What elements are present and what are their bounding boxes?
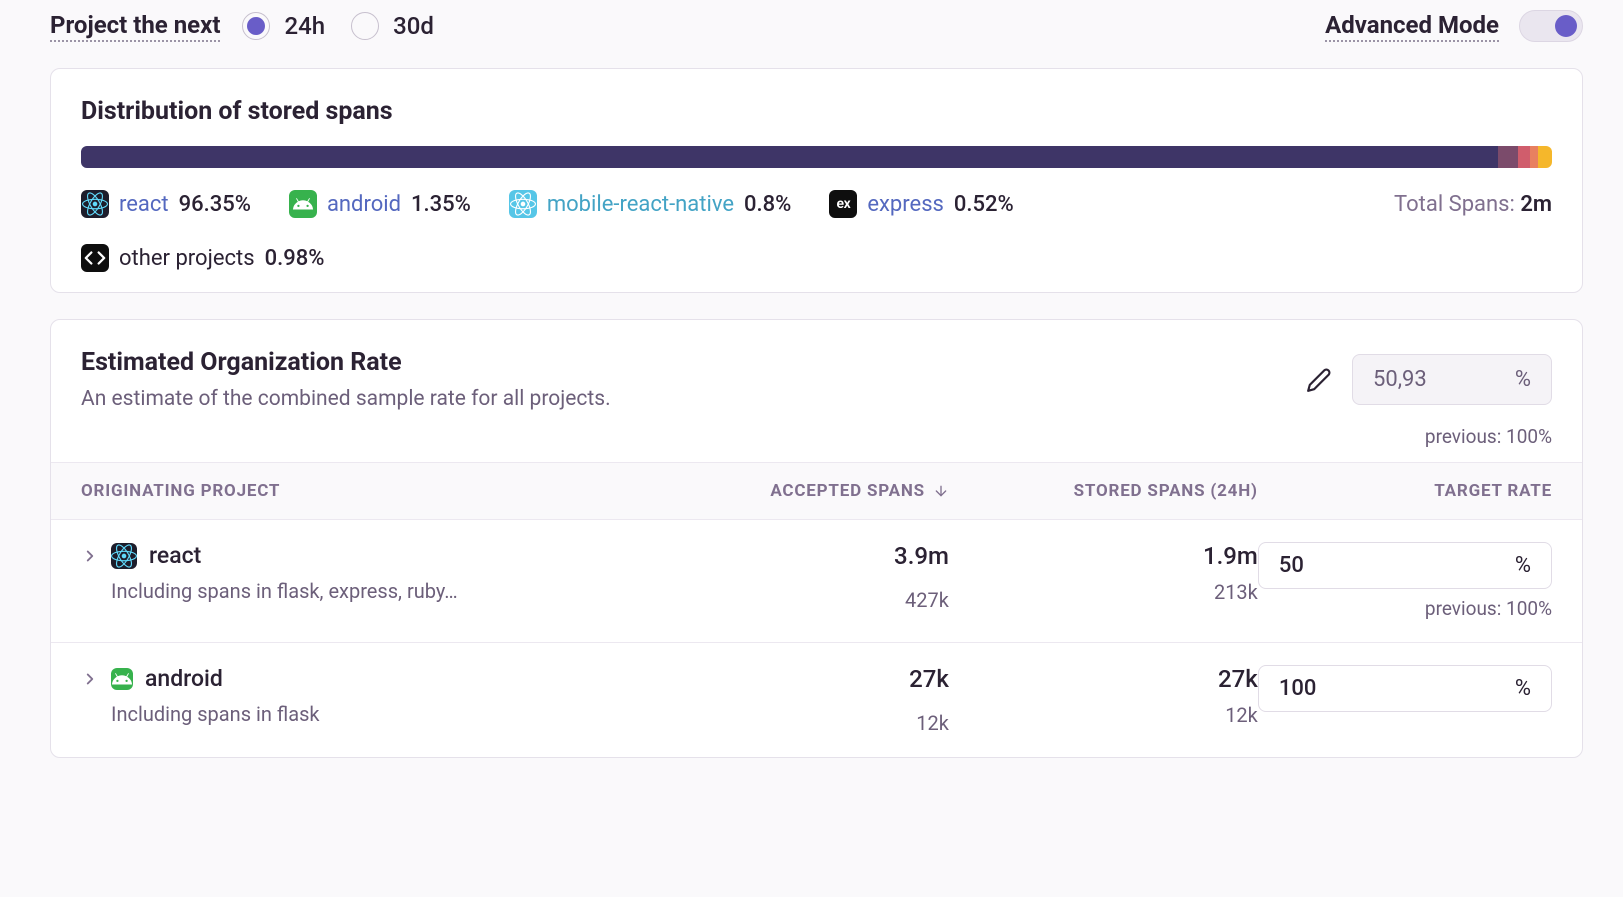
stored-value: 1.9m bbox=[1203, 542, 1258, 570]
distribution-segment bbox=[1538, 146, 1552, 168]
pencil-icon[interactable] bbox=[1306, 367, 1332, 393]
other-projects-pct: 0.98% bbox=[265, 246, 325, 271]
target-rate-unit: % bbox=[1515, 553, 1531, 578]
org-rate-previous: previous: 100% bbox=[51, 419, 1582, 462]
radio-indicator bbox=[242, 12, 270, 40]
code-icon bbox=[81, 244, 109, 272]
accepted-value: 3.9m bbox=[894, 542, 949, 570]
th-target: TARGET RATE bbox=[1258, 481, 1552, 501]
th-project: ORIGINATING PROJECT bbox=[81, 481, 640, 501]
project-subtext: Including spans in flask bbox=[111, 702, 640, 726]
org-rate-text: Estimated Organization Rate An estimate … bbox=[81, 348, 611, 411]
target-rate-input[interactable]: 50% bbox=[1258, 542, 1552, 589]
org-rate-value: 50,93 bbox=[1373, 367, 1427, 392]
legend-item-mobile-react-native: mobile-react-native 0.8% bbox=[509, 190, 792, 218]
react-icon bbox=[81, 190, 109, 218]
project-name[interactable]: android bbox=[145, 665, 223, 692]
react-icon bbox=[111, 543, 137, 569]
project-next-label: Project the next bbox=[50, 11, 220, 42]
project-pct: 96.35% bbox=[179, 192, 251, 217]
target-rate-unit: % bbox=[1515, 676, 1531, 701]
project-pct: 0.8% bbox=[744, 192, 791, 217]
distribution-segment bbox=[1518, 146, 1530, 168]
org-rate-unit: % bbox=[1515, 367, 1531, 392]
accepted-value: 27k bbox=[909, 665, 949, 693]
table-row: react Including spans in flask, express, … bbox=[51, 520, 1582, 643]
android-icon bbox=[111, 668, 133, 690]
chevron-right-icon[interactable] bbox=[81, 670, 99, 688]
project-link[interactable]: express bbox=[867, 192, 944, 217]
total-spans: Total Spans: 2m bbox=[1394, 192, 1552, 217]
target-rate-previous: previous: 100% bbox=[1258, 597, 1552, 620]
advanced-mode-toggle[interactable] bbox=[1519, 10, 1583, 42]
radio-indicator bbox=[351, 12, 379, 40]
distribution-segment bbox=[1530, 146, 1538, 168]
projection-controls: Project the next 24h 30d Advanced Mode bbox=[50, 10, 1583, 42]
table-header: ORIGINATING PROJECT ACCEPTED SPANS STORE… bbox=[51, 462, 1582, 520]
project-pct: 1.35% bbox=[411, 192, 471, 217]
th-stored[interactable]: STORED SPANS (24H) bbox=[949, 481, 1258, 501]
distribution-legend: react 96.35% android 1.35% mobile-react-nati… bbox=[81, 190, 1552, 218]
distribution-segment bbox=[81, 146, 1498, 168]
project-name[interactable]: react bbox=[149, 542, 201, 569]
legend-item-react: react 96.35% bbox=[81, 190, 251, 218]
distribution-bar bbox=[81, 146, 1552, 168]
stored-sub: 12k bbox=[1225, 703, 1258, 727]
org-rate-subtitle: An estimate of the combined sample rate … bbox=[81, 387, 611, 411]
th-accepted-label: ACCEPTED SPANS bbox=[770, 481, 925, 501]
time-option-label: 24h bbox=[284, 12, 325, 40]
time-option-label: 30d bbox=[393, 12, 434, 40]
table-row: android Including spans in flask 27k 12k 27k… bbox=[51, 643, 1582, 757]
react-native-icon bbox=[509, 190, 537, 218]
project-link[interactable]: android bbox=[327, 192, 401, 217]
legend-item-android: android 1.35% bbox=[289, 190, 471, 218]
org-rate-card: Estimated Organization Rate An estimate … bbox=[50, 319, 1583, 758]
time-option-30d[interactable]: 30d bbox=[351, 12, 434, 40]
project-link[interactable]: mobile-react-native bbox=[547, 192, 734, 217]
stored-sub: 213k bbox=[1214, 580, 1258, 604]
total-spans-value: 2m bbox=[1520, 192, 1552, 217]
org-rate-title: Estimated Organization Rate bbox=[81, 348, 611, 377]
advanced-mode-row: Advanced Mode bbox=[1325, 10, 1583, 42]
org-rate-input[interactable]: 50,93 % bbox=[1352, 354, 1552, 405]
android-icon bbox=[289, 190, 317, 218]
accepted-sub: 427k bbox=[905, 588, 949, 612]
target-rate-input[interactable]: 100% bbox=[1258, 665, 1552, 712]
target-rate-value: 50 bbox=[1279, 553, 1304, 578]
advanced-mode-label: Advanced Mode bbox=[1325, 11, 1499, 42]
chevron-right-icon[interactable] bbox=[81, 547, 99, 565]
distribution-segment bbox=[1498, 146, 1518, 168]
toggle-knob bbox=[1555, 15, 1577, 37]
time-range-group: 24h 30d bbox=[242, 12, 433, 40]
sort-arrow-down-icon bbox=[933, 483, 949, 499]
other-projects-label: other projects bbox=[119, 246, 255, 271]
distribution-title: Distribution of stored spans bbox=[81, 97, 1552, 126]
distribution-card: Distribution of stored spans react 96.35%… bbox=[50, 68, 1583, 293]
legend-item-other: other projects 0.98% bbox=[81, 244, 324, 272]
target-rate-value: 100 bbox=[1279, 676, 1317, 701]
th-accepted[interactable]: ACCEPTED SPANS bbox=[640, 481, 949, 501]
total-spans-label: Total Spans: bbox=[1394, 192, 1520, 217]
stored-value: 27k bbox=[1218, 665, 1258, 693]
project-subtext: Including spans in flask, express, ruby… bbox=[111, 579, 640, 603]
express-icon: ex bbox=[829, 190, 857, 218]
accepted-sub: 12k bbox=[916, 711, 949, 735]
legend-item-express: ex express 0.52% bbox=[829, 190, 1013, 218]
project-pct: 0.52% bbox=[954, 192, 1014, 217]
time-option-24h[interactable]: 24h bbox=[242, 12, 325, 40]
project-link[interactable]: react bbox=[119, 192, 169, 217]
